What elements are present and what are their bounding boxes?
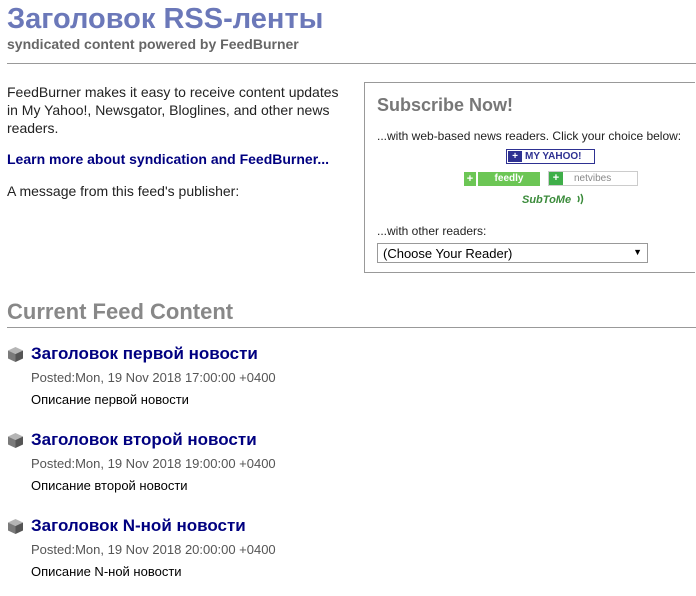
posted-label: Posted: xyxy=(31,542,76,557)
other-readers-text: ...with other readers: xyxy=(377,224,487,238)
posted-label: Posted: xyxy=(31,370,76,385)
add-to-myyahoo-button[interactable]: + MY YAHOO! xyxy=(506,149,595,164)
feed-item-description: Описание N-ной новости xyxy=(31,564,182,579)
feed-item-title-link[interactable]: Заголовок первой новости xyxy=(31,344,258,364)
posted-label: Posted: xyxy=(31,456,76,471)
feed-item-posted: Posted:Mon, 19 Nov 2018 17:00:00 +0400 xyxy=(31,370,276,385)
current-feed-heading: Current Feed Content xyxy=(7,299,234,324)
feedly-label: feedly xyxy=(478,172,540,186)
feed-item-posted: Posted:Mon, 19 Nov 2018 19:00:00 +0400 xyxy=(31,456,276,471)
posted-date: Mon, 19 Nov 2018 20:00:00 +0400 xyxy=(75,542,276,557)
feed-item: Заголовок первой новости Posted:Mon, 19 … xyxy=(7,344,687,424)
posted-date: Mon, 19 Nov 2018 19:00:00 +0400 xyxy=(75,456,276,471)
dropdown-arrow-icon: ▼ xyxy=(633,247,642,257)
cube-icon xyxy=(8,433,23,448)
feed-item-description: Описание первой новости xyxy=(31,392,189,407)
plus-icon: + xyxy=(549,172,563,185)
plus-icon: + xyxy=(464,172,476,186)
header-divider xyxy=(7,63,696,64)
current-feed-divider xyxy=(7,327,696,328)
feed-item-posted: Posted:Mon, 19 Nov 2018 20:00:00 +0400 xyxy=(31,542,276,557)
web-readers-text: ...with web-based news readers. Click yo… xyxy=(377,129,682,143)
netvibes-label: netvibes xyxy=(574,173,612,184)
reader-select-value: (Choose Your Reader) xyxy=(383,246,513,261)
feed-subtitle: syndicated content powered by FeedBurner xyxy=(7,36,299,52)
feed-item-title-link[interactable]: Заголовок второй новости xyxy=(31,430,257,450)
plus-icon: + xyxy=(508,151,522,162)
add-to-feedly-button[interactable]: + feedly xyxy=(464,172,540,186)
signal-waves-icon xyxy=(576,193,583,205)
posted-date: Mon, 19 Nov 2018 17:00:00 +0400 xyxy=(75,370,276,385)
cube-icon xyxy=(8,519,23,534)
feed-item: Заголовок второй новости Posted:Mon, 19 … xyxy=(7,430,687,510)
subtome-button[interactable]: SubToMe xyxy=(522,190,586,206)
intro-text: FeedBurner makes it easy to receive cont… xyxy=(7,84,339,136)
learn-more-link[interactable]: Learn more about syndication and FeedBur… xyxy=(7,151,329,167)
reader-select[interactable]: (Choose Your Reader) ▼ xyxy=(377,243,648,263)
feed-title: Заголовок RSS-ленты xyxy=(7,3,324,35)
myyahoo-label: MY YAHOO! xyxy=(525,151,582,162)
subtome-label: SubToMe xyxy=(522,194,572,206)
add-to-netvibes-button[interactable]: + netvibes xyxy=(548,171,638,186)
feed-item: Заголовок N-ной новости Posted:Mon, 19 N… xyxy=(7,516,687,596)
publisher-message: A message from this feed's publisher: xyxy=(7,183,240,199)
subscribe-title: Subscribe Now! xyxy=(377,95,514,115)
feed-item-description: Описание второй новости xyxy=(31,478,188,493)
feed-item-title-link[interactable]: Заголовок N-ной новости xyxy=(31,516,246,536)
cube-icon xyxy=(8,347,23,362)
subscribe-box: Subscribe Now! ...with web-based news re… xyxy=(364,82,695,273)
